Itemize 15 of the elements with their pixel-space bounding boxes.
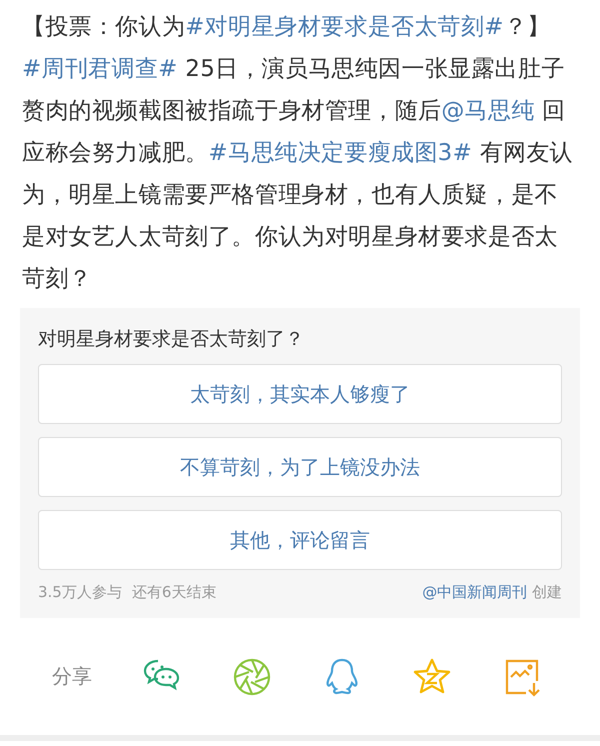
post-text: 【投票：你认为#对明星身材要求是否太苛刻#？】 #周刊君调查# 25日，演员马思纯因一张显露出肚子赘肉的视频截图被指疏于身材管理，随后@马思纯 回应称会努力减肥。#马思纯决定要瘦成图3# 有网友认为，明星上镜需要严格管理身材，也有人质疑，是不是对女艺人太苛刻了。你认为对明星身材要求是否太苛刻？ [22,13,574,294]
time-remaining: 还有6天结束 [132,583,216,601]
poll-option[interactable]: 不算苛刻，为了上镜没办法 [38,437,562,497]
topic-link[interactable]: #对明星身材要求是否太苛刻# [185,14,504,40]
topic-link[interactable]: #周刊君调查# [22,56,178,82]
created-label: 创建 [532,583,562,601]
topic-link[interactable]: @马思纯 [441,98,535,124]
poll-option[interactable]: 太苛刻，其实本人够瘦了 [38,364,562,424]
aperture-icon[interactable] [232,656,272,696]
share-label: 分享 [52,663,93,690]
poll-option[interactable]: 其他，评论留言 [38,510,562,570]
poll-question: 对明星身材要求是否太苛刻了？ [38,327,305,352]
participant-count: 3.5万人参与 [38,583,122,601]
topic-link[interactable]: #马思纯决定要瘦成图3# [208,140,472,166]
creator-link[interactable]: @中国新闻周刊 [422,583,528,601]
